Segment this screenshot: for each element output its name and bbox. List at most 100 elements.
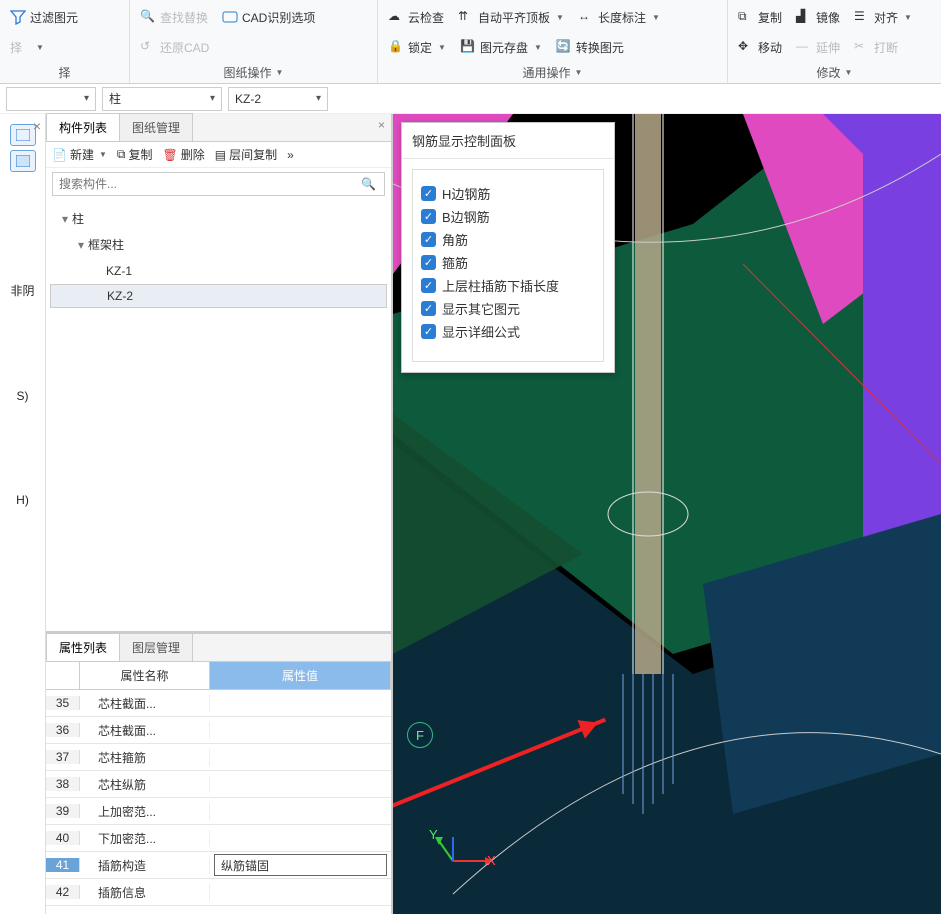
component-toolbar: 📄新建▼ ⧉复制 🗑删除 ▤层间复制 » [46, 142, 391, 168]
panel-title: 钢筋显示控制面板 [402, 123, 614, 159]
caret-icon: ▾ [210, 93, 215, 104]
checkbox-item[interactable]: ✓显示其它图元 [421, 299, 595, 318]
break-button[interactable]: ✂打断 [852, 37, 900, 58]
move-button[interactable]: ✥移动 [736, 37, 784, 58]
new-button[interactable]: 📄新建▼ [52, 146, 107, 163]
close-icon[interactable]: × [378, 118, 385, 132]
axis-y: Y [429, 827, 438, 842]
ribbon-group-select: 过滤图元 择▼ 择 [0, 0, 130, 83]
tree-root[interactable]: ▾柱 [50, 206, 387, 232]
ribbon-group-common: ☁云检查 ⇈自动平齐顶板▼ ↔长度标注▼ 🔒锁定▼ 💾图元存盘▼ 🔄转换图元 通… [378, 0, 728, 83]
break-icon: ✂ [854, 39, 870, 55]
table-row[interactable]: 40下加密范... [46, 825, 391, 852]
copy-button[interactable]: ⧉复制 [117, 146, 153, 163]
prop-tabs: 属性列表 图层管理 [46, 634, 391, 662]
caret-icon: ▼ [556, 13, 564, 22]
mid-column: 构件列表 图纸管理 × 📄新建▼ ⧉复制 🗑删除 ▤层间复制 » 🔍 ▾柱 ▾框… [46, 114, 393, 914]
align-button[interactable]: ☰对齐▼ [852, 7, 914, 28]
lock-icon: 🔒 [388, 39, 404, 55]
cad-options-button[interactable]: CAD识别选项 [220, 7, 317, 28]
caret-icon: ▼ [276, 68, 284, 77]
group-label-select: 择 [8, 64, 121, 83]
left-label-p: 非阴 [0, 282, 45, 299]
selector-b[interactable]: 柱▾ [102, 87, 222, 111]
left-label-h: H) [0, 493, 45, 507]
checkbox-icon: ✓ [421, 186, 436, 201]
checkbox-icon: ✓ [421, 232, 436, 247]
find-replace-button[interactable]: 🔍查找替换 [138, 7, 210, 28]
search-input[interactable] [53, 173, 353, 195]
prop-header: 属性名称 属性值 [46, 662, 391, 690]
row-value[interactable]: 纵筋锚固 [214, 854, 387, 876]
mini-view-2[interactable] [10, 150, 36, 172]
table-row[interactable]: 37芯柱箍筋 [46, 744, 391, 771]
checkbox-item[interactable]: ✓箍筋 [421, 253, 595, 272]
tab-layer-manage[interactable]: 图层管理 [119, 633, 193, 661]
row-name: 上加密范... [80, 803, 210, 820]
copy-icon: ⧉ [117, 147, 126, 162]
save-element-button[interactable]: 💾图元存盘▼ [458, 37, 544, 58]
lock-button[interactable]: 🔒锁定▼ [386, 37, 448, 58]
header-value[interactable]: 属性值 [210, 662, 391, 689]
table-row[interactable]: 36芯柱截面... [46, 717, 391, 744]
length-dim-button[interactable]: ↔长度标注▼ [576, 7, 662, 28]
delete-button[interactable]: 🗑删除 [162, 146, 204, 163]
convert-icon: 🔄 [556, 39, 572, 55]
table-row[interactable]: 39上加密范... [46, 798, 391, 825]
selector-bar: ▾ 柱▾ KZ-2▾ [0, 84, 941, 114]
layer-copy-button[interactable]: ▤层间复制 [215, 146, 277, 163]
tree-kz1[interactable]: KZ-1 [50, 258, 387, 284]
checkbox-label: 角筋 [442, 230, 468, 249]
tab-property-list[interactable]: 属性列表 [46, 633, 120, 661]
tree-kz2[interactable]: KZ-2 [50, 284, 387, 308]
selector-c[interactable]: KZ-2▾ [228, 87, 328, 111]
caret-icon: ▼ [534, 43, 542, 52]
convert-element-button[interactable]: 🔄转换图元 [554, 37, 626, 58]
auto-align-button[interactable]: ⇈自动平齐顶板▼ [456, 7, 566, 28]
search-box: 🔍 [52, 172, 385, 196]
group-label-drawing: 图纸操作▼ [138, 64, 369, 83]
table-row[interactable]: 38芯柱纵筋 [46, 771, 391, 798]
more-button[interactable]: » [287, 148, 294, 162]
filter-label: 过滤图元 [30, 9, 78, 26]
table-row[interactable]: 35芯柱截面... [46, 690, 391, 717]
tree-frame-column[interactable]: ▾框架柱 [50, 232, 387, 258]
table-row[interactable]: 41插筋构造纵筋锚固 [46, 852, 391, 879]
restore-cad-button[interactable]: ↺还原CAD [138, 37, 211, 58]
mini-view-1[interactable] [10, 124, 36, 146]
checkbox-item[interactable]: ✓H边钢筋 [421, 184, 595, 203]
row-name: 芯柱箍筋 [80, 749, 210, 766]
selector-a[interactable]: ▾ [6, 87, 96, 111]
tab-drawing-manage[interactable]: 图纸管理 [119, 113, 193, 141]
checkbox-icon: ✓ [421, 301, 436, 316]
tab-component-list[interactable]: 构件列表 [46, 113, 120, 141]
extend-button[interactable]: —延伸 [794, 37, 842, 58]
row-name: 芯柱截面... [80, 722, 210, 739]
view-3d[interactable]: 钢筋显示控制面板 ✓H边钢筋✓B边钢筋✓角筋✓箍筋✓上层柱插筋下插长度✓显示其它… [393, 114, 941, 914]
close-icon[interactable]: × [33, 118, 41, 134]
search-icon[interactable]: 🔍 [353, 177, 384, 191]
axis-label-f: F [407, 722, 433, 748]
checkbox-item[interactable]: ✓显示详细公式 [421, 322, 595, 341]
move-icon: ✥ [738, 39, 754, 55]
caret-icon: ▾ [84, 93, 89, 104]
restore-icon: ↺ [140, 39, 156, 55]
mirror-button[interactable]: ▟镜像 [794, 7, 842, 28]
checkbox-item[interactable]: ✓上层柱插筋下插长度 [421, 276, 595, 295]
trash-icon: 🗑 [162, 148, 177, 162]
component-tree: ▾柱 ▾框架柱 KZ-1 KZ-2 [46, 200, 391, 314]
checkbox-icon: ✓ [421, 278, 436, 293]
select-partial[interactable]: 择 [8, 37, 24, 58]
checkbox-item[interactable]: ✓ 角筋 [421, 230, 595, 249]
header-name: 属性名称 [80, 662, 210, 689]
checkbox-item[interactable]: ✓B边钢筋 [421, 207, 595, 226]
cloud-check-button[interactable]: ☁云检查 [386, 7, 446, 28]
filter-elements-button[interactable]: 过滤图元 [8, 7, 80, 28]
checkbox-label: B边钢筋 [442, 207, 490, 226]
funnel-icon [10, 9, 26, 25]
table-row[interactable]: 42插筋信息 [46, 879, 391, 906]
caret-icon: ▼ [575, 68, 583, 77]
copy-button[interactable]: ⧉复制 [736, 7, 784, 28]
row-name: 芯柱纵筋 [80, 776, 210, 793]
caret-icon: ▼ [845, 68, 853, 77]
